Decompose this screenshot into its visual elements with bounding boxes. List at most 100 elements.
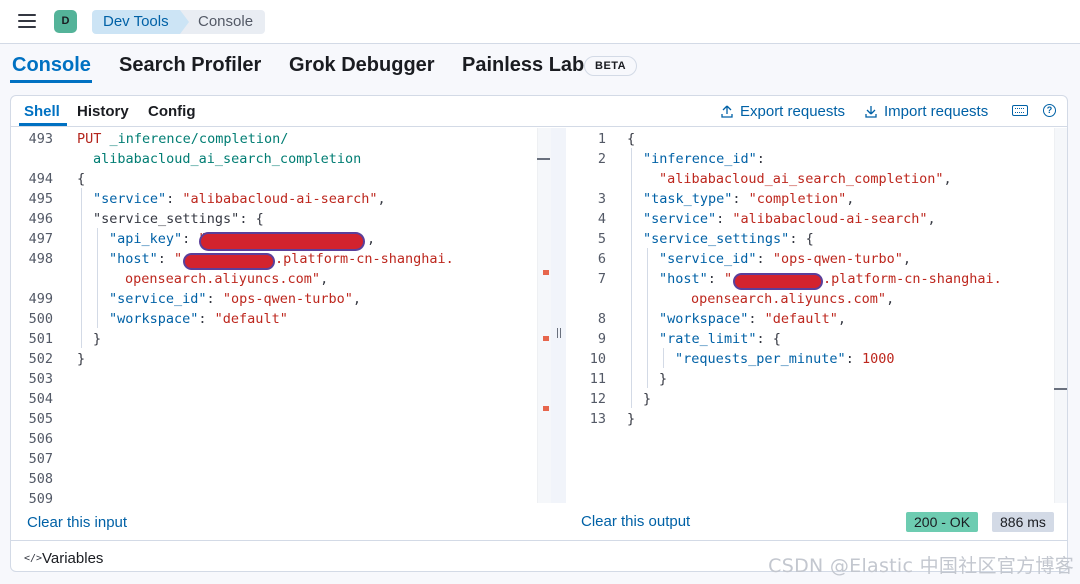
breadcrumb-dev-tools[interactable]: Dev Tools — [92, 10, 191, 34]
brace-close: } — [643, 391, 652, 407]
resize-handle-icon[interactable] — [557, 328, 561, 338]
json-key: "host" — [659, 271, 708, 287]
indent-guide — [81, 188, 82, 348]
error-marker — [543, 336, 549, 341]
line-number: 494 — [28, 171, 53, 187]
import-requests-button[interactable]: Import requests — [864, 103, 988, 120]
line-number: 10 — [589, 351, 606, 367]
json-key: "api_key" — [109, 231, 183, 247]
variables-label[interactable]: Variables — [42, 550, 103, 567]
json-value: opensearch.aliyuncs.com" — [691, 291, 887, 307]
brace-close: } — [93, 331, 102, 347]
redaction-mark — [201, 234, 363, 249]
import-requests-label: Import requests — [884, 103, 989, 120]
tab-console[interactable]: Console — [12, 54, 91, 77]
redaction-mark — [185, 255, 273, 268]
subtab-history[interactable]: History — [77, 103, 129, 120]
response-editor[interactable]: 1 2 3 4 5 6 7 8 9 10 11 12 13 { "inferen… — [566, 128, 1054, 503]
tab-painless-lab[interactable]: Painless Lab — [462, 54, 584, 77]
json-key: "host" — [109, 251, 158, 267]
response-editor-scrollbar[interactable] — [1054, 128, 1067, 503]
line-number: 9 — [597, 331, 606, 347]
editor-resize-divider[interactable] — [551, 128, 566, 503]
json-value: .platform-cn-shanghai. — [275, 251, 454, 267]
json-value: "completion" — [748, 191, 847, 207]
line-number: 7 — [597, 271, 606, 287]
brace-close: } — [659, 371, 668, 387]
clear-output-button[interactable]: Clear this output — [581, 513, 690, 530]
error-marker — [543, 406, 549, 411]
clear-input-button[interactable]: Clear this input — [27, 514, 127, 531]
indent-guide — [663, 348, 664, 368]
line-number: 503 — [28, 371, 53, 387]
hamburger-menu-icon[interactable] — [18, 14, 36, 28]
subtab-config[interactable]: Config — [148, 103, 195, 120]
line-number: 493 — [28, 131, 53, 147]
help-icon[interactable]: ? — [1043, 104, 1056, 117]
line-number: 6 — [597, 251, 606, 267]
json-value: "alibabacloud_ai_search_completion" — [659, 171, 944, 187]
line-number: 12 — [589, 391, 606, 407]
upload-icon — [721, 105, 733, 118]
line-number: 8 — [597, 311, 606, 327]
line-number: 507 — [28, 451, 53, 467]
line-number: 509 — [28, 491, 53, 503]
line-number: 508 — [28, 471, 53, 487]
json-key: "task_type" — [643, 191, 733, 207]
tab-grok-debugger[interactable]: Grok Debugger — [289, 54, 435, 77]
brace-open: { — [627, 131, 636, 147]
json-key: "service_settings" — [93, 211, 240, 227]
request-editor-scrollbar[interactable] — [537, 128, 551, 503]
indent-guide — [631, 148, 632, 408]
tab-search-profiler[interactable]: Search Profiler — [119, 54, 261, 77]
export-requests-button[interactable]: Export requests — [720, 103, 845, 120]
json-key: "service_id" — [109, 291, 207, 307]
error-marker — [543, 270, 549, 275]
line-number: 2 — [597, 151, 606, 167]
json-value: " — [174, 251, 183, 267]
json-key: "rate_limit" — [659, 331, 757, 347]
brace-close: } — [627, 411, 636, 427]
json-value: "ops-qwen-turbo" — [772, 251, 903, 267]
json-key: "workspace" — [659, 311, 749, 327]
scroll-marker — [537, 158, 550, 160]
line-number: 1 — [597, 131, 606, 147]
json-value: opensearch.aliyuncs.com" — [125, 271, 321, 287]
line-number: 497 — [28, 231, 53, 247]
scroll-marker — [1054, 388, 1067, 390]
json-value: "ops-qwen-turbo" — [222, 291, 353, 307]
duration-badge: 886 ms — [992, 512, 1054, 532]
json-value: 1000 — [861, 351, 895, 367]
dev-tools-tabs: Console Search Profiler Grok Debugger Pa… — [0, 44, 1080, 86]
json-key: "service_settings" — [643, 231, 790, 247]
console-panel: Shell History Config Export requests Imp… — [10, 95, 1068, 572]
space-avatar[interactable]: D — [54, 10, 77, 33]
line-number: 499 — [28, 291, 53, 307]
json-key: "service_id" — [659, 251, 757, 267]
indent-guide — [97, 228, 98, 328]
line-number: 495 — [28, 191, 53, 207]
json-key: "workspace" — [109, 311, 199, 327]
request-editor[interactable]: 493 494 495 496 497 498 499 500 501 502 … — [11, 128, 551, 503]
subtab-shell[interactable]: Shell — [24, 103, 60, 120]
request-path-cont: alibabacloud_ai_search_completion — [93, 151, 362, 167]
line-number: 500 — [28, 311, 53, 327]
code-icon: </> — [24, 553, 43, 564]
json-key: "requests_per_minute" — [675, 351, 846, 367]
json-value: "alibabacloud-ai-search" — [732, 211, 928, 227]
json-key: "service" — [643, 211, 717, 227]
brace-close: } — [77, 351, 86, 367]
line-number: 496 — [28, 211, 53, 227]
line-number: 502 — [28, 351, 53, 367]
active-tab-indicator — [10, 80, 92, 83]
line-number: 3 — [597, 191, 606, 207]
beta-badge: BETA — [584, 56, 638, 76]
json-value: "default" — [764, 311, 838, 327]
line-number: 5 — [597, 231, 606, 247]
breadcrumb-console: Console — [180, 10, 266, 34]
keyboard-shortcuts-icon[interactable] — [1012, 105, 1028, 116]
http-method: PUT — [77, 131, 102, 147]
line-number: 4 — [597, 211, 606, 227]
request-path: _inference/completion/ — [109, 131, 289, 147]
status-badge: 200 - OK — [906, 512, 979, 532]
